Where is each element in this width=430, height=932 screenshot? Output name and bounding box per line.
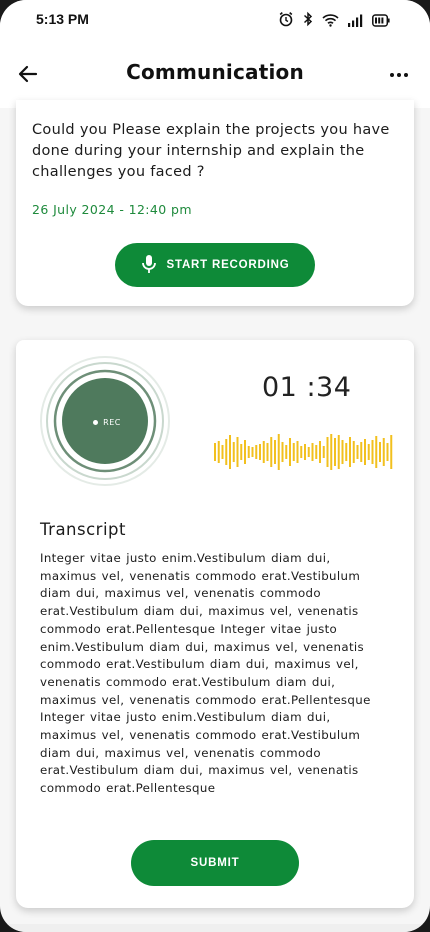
page-title: Communication [126, 60, 304, 84]
bluetooth-icon [303, 11, 313, 31]
app-screen: 5:13 PM Communication Could you Please e… [0, 0, 430, 932]
wifi-icon [322, 12, 339, 31]
status-time: 5:13 PM [36, 11, 89, 27]
submit-button[interactable]: SUBMIT [131, 840, 299, 886]
recording-card: REC 01 :34 Transcript Integer vitae just… [16, 340, 414, 908]
rec-label-group: REC [84, 404, 130, 440]
record-indicator[interactable]: REC [40, 356, 170, 486]
alarm-icon [278, 11, 294, 31]
microphone-icon [141, 254, 157, 277]
question-text: Could you Please explain the projects yo… [32, 122, 390, 180]
status-bar: 5:13 PM [0, 0, 430, 42]
transcript-text: Integer vitae justo enim.Vestibulum diam… [40, 551, 371, 796]
signal-icon [348, 12, 363, 31]
start-recording-label: START RECORDING [166, 259, 290, 271]
transcript-heading: Transcript [40, 520, 126, 539]
battery-icon [372, 12, 390, 31]
bottom-edge [0, 924, 430, 932]
app-bar: Communication [0, 42, 430, 108]
status-icons [278, 11, 390, 31]
rec-label: REC [103, 417, 121, 427]
start-recording-button[interactable]: START RECORDING [115, 243, 315, 287]
more-horizontal-icon[interactable] [388, 64, 410, 86]
question-card: Could you Please explain the projects yo… [16, 100, 414, 306]
question-timestamp: 26 July 2024 - 12:40 pm [32, 202, 192, 217]
recording-timer: 01 :34 [262, 372, 352, 403]
rec-dot-icon [93, 419, 99, 425]
waveform-icon [214, 434, 393, 470]
